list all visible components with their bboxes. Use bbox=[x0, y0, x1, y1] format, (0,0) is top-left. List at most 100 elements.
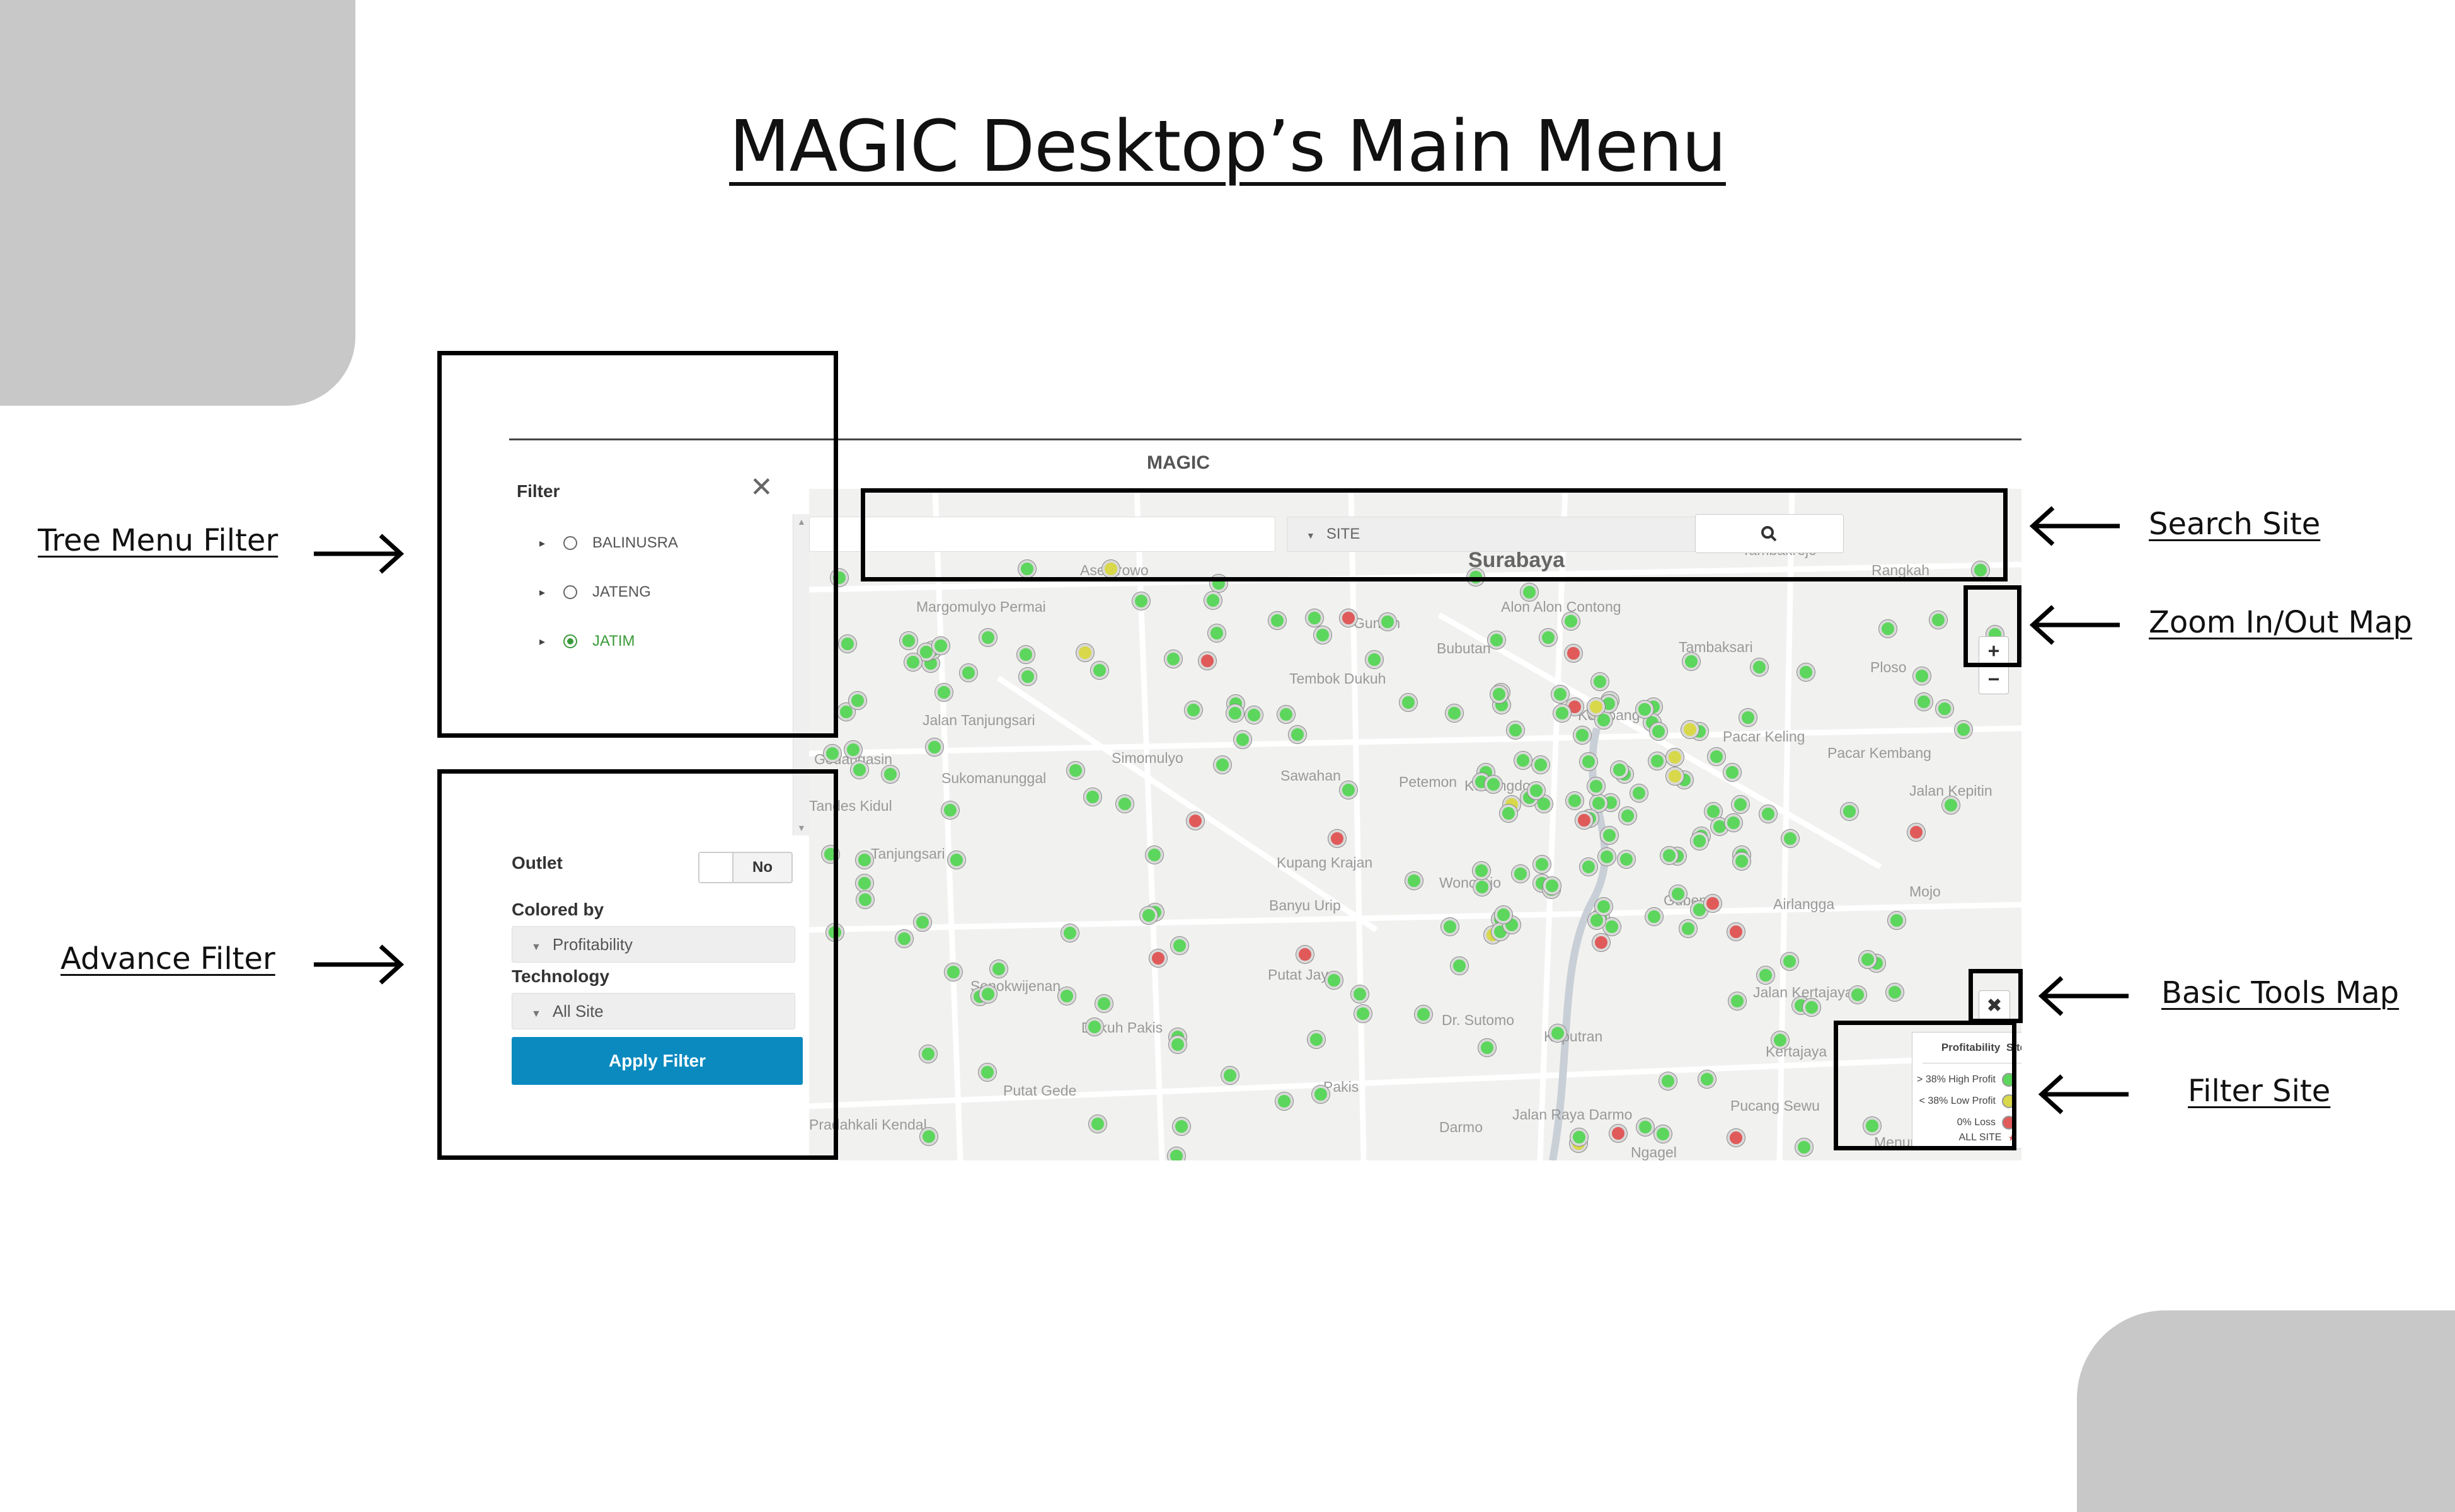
site-marker[interactable] bbox=[1058, 987, 1076, 1005]
site-marker[interactable] bbox=[1268, 612, 1286, 629]
site-marker[interactable] bbox=[1723, 764, 1741, 781]
site-marker[interactable] bbox=[1208, 624, 1226, 642]
site-marker[interactable] bbox=[1495, 906, 1512, 924]
site-marker[interactable] bbox=[1312, 1085, 1330, 1103]
site-marker[interactable] bbox=[1757, 966, 1774, 984]
site-marker[interactable] bbox=[882, 765, 899, 783]
site-marker[interactable] bbox=[1149, 949, 1167, 967]
site-marker[interactable] bbox=[1888, 912, 1906, 929]
site-marker[interactable] bbox=[1314, 626, 1331, 644]
site-marker[interactable] bbox=[990, 960, 1008, 978]
site-marker[interactable] bbox=[844, 741, 862, 759]
site-marker[interactable] bbox=[1553, 704, 1571, 722]
site-marker[interactable] bbox=[945, 963, 962, 981]
site-marker[interactable] bbox=[900, 632, 917, 650]
site-marker[interactable] bbox=[851, 761, 868, 779]
site-marker[interactable] bbox=[1488, 631, 1505, 649]
site-marker[interactable] bbox=[1532, 756, 1549, 774]
site-marker[interactable] bbox=[856, 874, 873, 892]
site-marker[interactable] bbox=[919, 1045, 937, 1063]
site-marker[interactable] bbox=[979, 985, 997, 1003]
site-marker[interactable] bbox=[1728, 992, 1746, 1010]
site-marker[interactable] bbox=[979, 629, 997, 646]
site-marker[interactable] bbox=[1580, 858, 1597, 876]
site-marker[interactable] bbox=[1173, 1118, 1190, 1135]
site-marker[interactable] bbox=[1086, 1018, 1103, 1036]
site-marker[interactable] bbox=[1539, 629, 1557, 646]
site-marker[interactable] bbox=[1698, 1070, 1716, 1088]
site-marker[interactable] bbox=[1619, 807, 1636, 825]
site-marker[interactable] bbox=[960, 664, 977, 682]
site-marker[interactable] bbox=[1185, 701, 1202, 719]
site-marker[interactable] bbox=[1091, 662, 1108, 679]
site-marker[interactable] bbox=[1727, 1129, 1745, 1147]
site-marker[interactable] bbox=[1681, 721, 1699, 738]
site-marker[interactable] bbox=[1116, 795, 1134, 813]
site-marker[interactable] bbox=[856, 891, 874, 908]
site-marker[interactable] bbox=[1587, 698, 1605, 716]
site-marker[interactable] bbox=[1514, 752, 1532, 769]
site-marker[interactable] bbox=[839, 635, 856, 653]
site-marker[interactable] bbox=[1886, 983, 1904, 1001]
site-marker[interactable] bbox=[824, 745, 841, 762]
site-marker[interactable] bbox=[1682, 653, 1700, 670]
site-marker[interactable] bbox=[1841, 803, 1858, 820]
site-marker[interactable] bbox=[1929, 611, 1947, 629]
site-marker[interactable] bbox=[1955, 721, 1972, 738]
site-marker[interactable] bbox=[948, 851, 965, 869]
site-marker[interactable] bbox=[1551, 685, 1569, 703]
site-marker[interactable] bbox=[1132, 592, 1150, 610]
site-marker[interactable] bbox=[1660, 847, 1678, 864]
site-marker[interactable] bbox=[1708, 748, 1725, 765]
site-marker[interactable] bbox=[1061, 924, 1079, 942]
site-marker[interactable] bbox=[1603, 918, 1621, 936]
site-marker[interactable] bbox=[1325, 971, 1343, 989]
site-marker[interactable] bbox=[1570, 1128, 1588, 1146]
site-marker[interactable] bbox=[1797, 663, 1815, 681]
site-marker[interactable] bbox=[1727, 923, 1745, 941]
site-marker[interactable] bbox=[1354, 1005, 1372, 1022]
site-marker[interactable] bbox=[914, 914, 931, 931]
site-marker[interactable] bbox=[1379, 613, 1396, 631]
site-marker[interactable] bbox=[1478, 1039, 1496, 1057]
site-marker[interactable] bbox=[1879, 620, 1897, 638]
site-marker[interactable] bbox=[932, 637, 950, 655]
site-marker[interactable] bbox=[1507, 721, 1524, 739]
site-marker[interactable] bbox=[1169, 1036, 1187, 1053]
site-marker[interactable] bbox=[1533, 856, 1551, 873]
site-marker[interactable] bbox=[1859, 951, 1877, 968]
site-marker[interactable] bbox=[935, 684, 953, 701]
site-marker[interactable] bbox=[1913, 667, 1931, 685]
site-marker[interactable] bbox=[1781, 953, 1798, 970]
site-marker[interactable] bbox=[1659, 1072, 1677, 1090]
site-marker[interactable] bbox=[1645, 908, 1663, 925]
site-marker[interactable] bbox=[1575, 811, 1593, 829]
site-marker[interactable] bbox=[1095, 995, 1113, 1012]
site-marker[interactable] bbox=[1234, 731, 1251, 748]
site-marker[interactable] bbox=[1017, 646, 1035, 663]
site-marker[interactable] bbox=[1562, 612, 1580, 630]
site-marker[interactable] bbox=[1140, 907, 1158, 924]
site-marker[interactable] bbox=[1666, 767, 1684, 785]
site-marker[interactable] bbox=[1803, 999, 1820, 1016]
site-marker[interactable] bbox=[1630, 784, 1648, 802]
site-marker[interactable] bbox=[1591, 673, 1609, 690]
site-marker[interactable] bbox=[1400, 694, 1417, 711]
site-marker[interactable] bbox=[1076, 644, 1094, 662]
site-marker[interactable] bbox=[1365, 651, 1383, 668]
site-marker[interactable] bbox=[1618, 850, 1635, 868]
site-marker[interactable] bbox=[904, 653, 922, 671]
site-marker[interactable] bbox=[1277, 706, 1295, 723]
site-marker[interactable] bbox=[1245, 706, 1263, 724]
site-marker[interactable] bbox=[1019, 668, 1037, 685]
site-marker[interactable] bbox=[1565, 644, 1582, 662]
site-marker[interactable] bbox=[926, 738, 943, 756]
site-marker[interactable] bbox=[1289, 726, 1306, 743]
site-marker[interactable] bbox=[1691, 832, 1708, 850]
site-marker[interactable] bbox=[1781, 830, 1799, 847]
site-marker[interactable] bbox=[1573, 726, 1591, 744]
site-marker[interactable] bbox=[1306, 609, 1323, 627]
site-marker[interactable] bbox=[849, 692, 866, 709]
site-marker[interactable] bbox=[1171, 937, 1188, 954]
site-marker[interactable] bbox=[1084, 788, 1101, 806]
